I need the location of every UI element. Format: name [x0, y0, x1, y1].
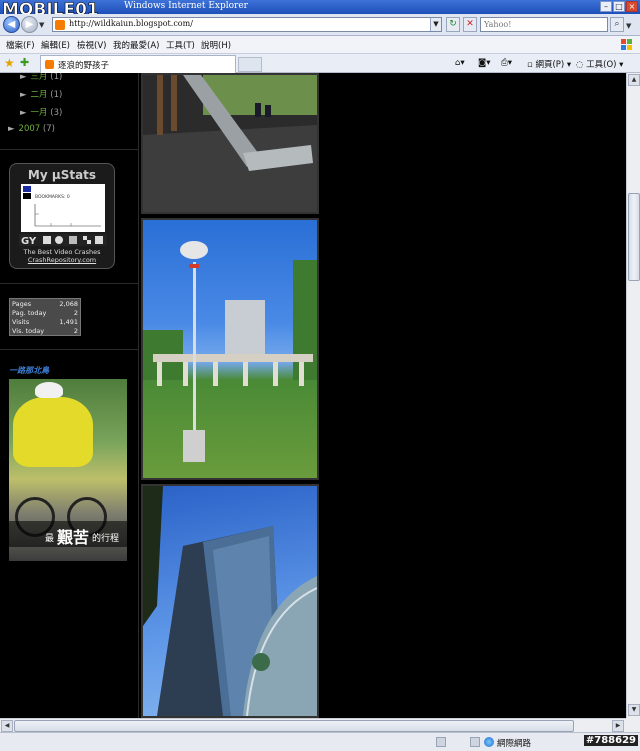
- vertical-scroll-thumb[interactable]: [628, 193, 640, 281]
- scroll-down-arrow-icon[interactable]: ▼: [628, 704, 640, 716]
- address-bar: ◀ ▶ ▼ http://wildkaiun.blogspot.com/ ▼ ↻…: [0, 14, 640, 36]
- print-icon[interactable]: ⎙▾: [501, 58, 512, 68]
- blogger-favicon-icon: [55, 20, 65, 30]
- search-input[interactable]: [481, 18, 601, 31]
- archive-year-2007[interactable]: ► 2007 (7): [8, 124, 55, 134]
- tab-current[interactable]: 逐浪的野孩子: [40, 55, 236, 73]
- refresh-button[interactable]: ↻: [446, 17, 460, 32]
- svg-text:BOOKMARKS: 0: BOOKMARKS: 0: [35, 194, 70, 200]
- scroll-right-arrow-icon[interactable]: ▶: [612, 720, 624, 732]
- expand-arrow-icon[interactable]: ►: [20, 108, 27, 118]
- url-dropdown-icon[interactable]: ▼: [430, 18, 441, 31]
- forward-button[interactable]: ▶: [21, 16, 38, 33]
- title-bar: MOBILE01 Windows Internet Explorer – □ ×: [0, 0, 640, 20]
- banner-caption-emphasis: 艱苦: [57, 528, 90, 547]
- rider-figure: [13, 397, 93, 467]
- divider: [0, 349, 138, 350]
- menu-edit[interactable]: 編輯(E): [41, 39, 70, 51]
- menu-tools[interactable]: 工具(T): [166, 39, 195, 51]
- visit-counter: Pages 2,068 Pag. today 2 Visits 1,491 Vis. …: [9, 298, 81, 336]
- ustats-link[interactable]: CrashRepository.com: [10, 256, 114, 264]
- scroll-up-arrow-icon[interactable]: ▲: [628, 74, 640, 86]
- cycling-banner-image[interactable]: 最 艱苦 的行程: [9, 379, 127, 561]
- feeds-icon[interactable]: ◙▾: [478, 58, 491, 68]
- scrollbar-corner: [626, 718, 640, 732]
- window-title: Windows Internet Explorer: [124, 1, 248, 11]
- security-zone-label: 網際網路: [497, 739, 532, 749]
- counter-row: Pag. today 2: [12, 309, 78, 317]
- close-button[interactable]: ×: [626, 1, 638, 12]
- banner-caption-suffix: 的行程: [92, 534, 120, 544]
- security-icon[interactable]: [470, 737, 480, 747]
- photo-playground-slide[interactable]: [141, 73, 319, 214]
- tab-label: 逐浪的野孩子: [58, 61, 110, 71]
- url-field[interactable]: http://wildkaiun.blogspot.com/ ▼: [52, 17, 442, 32]
- ustats-logo-strip: GY: [19, 234, 107, 247]
- photo-skyscraper[interactable]: [141, 484, 319, 718]
- menu-bar: 檔案(F) 編輯(E) 檢視(V) 我的最愛(A) 工具(T) 說明(H): [0, 36, 640, 54]
- svg-text:GY: GY: [21, 236, 37, 246]
- menu-favorites[interactable]: 我的最愛(A): [113, 39, 159, 51]
- ustats-tagline: The Best Video Crashes: [23, 248, 101, 256]
- counter-row: Visits 1,491: [12, 318, 78, 326]
- back-button[interactable]: ◀: [3, 16, 20, 33]
- divider: [0, 283, 138, 284]
- url-text[interactable]: http://wildkaiun.blogspot.com/: [69, 19, 193, 28]
- horizontal-scrollbar[interactable]: ◀ ▶: [0, 718, 626, 732]
- watermark-id: #788629: [583, 735, 638, 746]
- menu-view[interactable]: 檢視(V): [77, 39, 106, 51]
- maximize-button[interactable]: □: [613, 1, 625, 12]
- home-icon[interactable]: ⌂▾: [455, 58, 465, 68]
- search-field[interactable]: [480, 17, 608, 32]
- horizontal-scroll-thumb[interactable]: [14, 720, 574, 732]
- history-dropdown-icon[interactable]: ▼: [39, 21, 44, 29]
- expand-arrow-icon[interactable]: ►: [8, 124, 15, 134]
- section-title: 一路那北鳥: [9, 366, 49, 375]
- search-button[interactable]: ⌕: [610, 17, 624, 32]
- page-menu[interactable]: ▫ 網頁(P) ▾: [527, 58, 571, 70]
- minimize-button[interactable]: –: [600, 1, 612, 12]
- archive-month-february[interactable]: ► 二月 (1): [20, 88, 62, 100]
- scroll-left-arrow-icon[interactable]: ◀: [1, 720, 13, 732]
- archive-month-march[interactable]: ► 三月 (1): [20, 73, 62, 82]
- stop-button[interactable]: ✕: [463, 17, 477, 32]
- blog-sidebar: ► 三月 (1) ► 二月 (1) ► 一月 (3) ► 2007 (7) My µSt…: [0, 73, 139, 718]
- internet-zone-icon: [484, 737, 494, 747]
- search-dropdown-icon[interactable]: ▼: [626, 22, 631, 30]
- archive-month-january[interactable]: ► 一月 (3): [20, 106, 62, 118]
- counter-row: Pages 2,068: [12, 300, 78, 308]
- expand-arrow-icon[interactable]: ►: [20, 73, 27, 82]
- window-controls: – □ ×: [600, 1, 638, 12]
- status-bar: 網際網路: [0, 732, 640, 751]
- helmet: [35, 382, 63, 398]
- protected-mode-icon[interactable]: [436, 737, 446, 747]
- add-favorite-icon[interactable]: ✚: [20, 56, 29, 70]
- tab-bar: ★ ✚ 逐浪的野孩子 ⌂▾ ◙▾ ⎙▾ ▫ 網頁(P) ▾ ◌ 工具(O) ▾: [0, 54, 640, 73]
- menu-help[interactable]: 說明(H): [201, 39, 231, 51]
- blogger-favicon-icon: [45, 60, 54, 69]
- expand-arrow-icon[interactable]: ►: [20, 90, 27, 100]
- divider: [0, 149, 138, 150]
- vertical-scrollbar[interactable]: ▲ ▼: [626, 73, 640, 718]
- ustats-graph: BOOKMARKS: 0: [21, 184, 105, 232]
- windows-logo-icon: [621, 39, 632, 50]
- tools-menu[interactable]: ◌ 工具(O) ▾: [576, 58, 623, 70]
- ustats-widget[interactable]: My µStats BOOKMARKS: 0 GY The Best Video…: [9, 163, 115, 269]
- menu-file[interactable]: 檔案(F): [6, 39, 35, 51]
- banner-caption-prefix: 最: [45, 534, 55, 544]
- counter-row: Vis. today 2: [12, 327, 78, 335]
- photo-park-lamp[interactable]: [141, 218, 319, 480]
- favorites-star-icon[interactable]: ★: [4, 56, 15, 70]
- page-content: ► 三月 (1) ► 二月 (1) ► 一月 (3) ► 2007 (7) My µSt…: [0, 73, 626, 718]
- ustats-title: My µStats: [27, 168, 97, 182]
- new-tab-button[interactable]: [238, 57, 262, 72]
